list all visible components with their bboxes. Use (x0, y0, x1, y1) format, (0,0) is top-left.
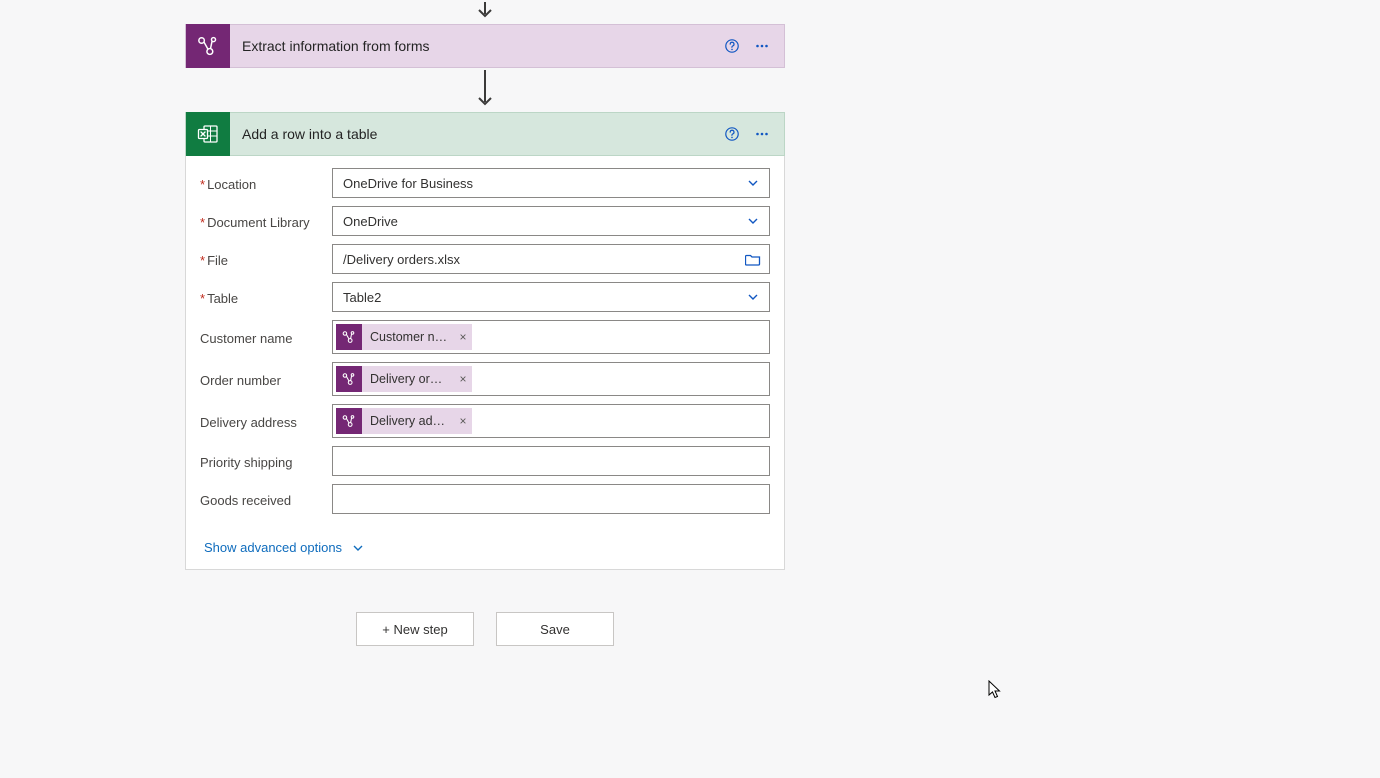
connector-arrow (185, 2, 785, 22)
field-label: Goods received (200, 491, 332, 508)
field-label: *File (200, 251, 332, 268)
more-menu-button[interactable] (748, 32, 776, 60)
step-extract-information[interactable]: Extract information from forms (185, 24, 785, 68)
table-select[interactable]: Table2 (332, 282, 770, 312)
help-button[interactable] (718, 32, 746, 60)
field-goods-received: Goods received (200, 484, 770, 514)
location-select[interactable]: OneDrive for Business (332, 168, 770, 198)
delivery-address-input[interactable]: Delivery addre... × (332, 404, 770, 438)
show-advanced-toggle[interactable]: Show advanced options (204, 540, 364, 555)
field-value: /Delivery orders.xlsx (343, 252, 743, 267)
priority-shipping-input[interactable] (332, 446, 770, 476)
field-customer-name: Customer name Customer nam... × (200, 320, 770, 354)
chevron-down-icon (743, 173, 763, 193)
step-title: Extract information from forms (230, 38, 716, 54)
field-table: *Table Table2 (200, 282, 770, 312)
token-label: Delivery order ... (362, 372, 454, 386)
token-remove-button[interactable]: × (454, 414, 472, 428)
field-label: *Document Library (200, 213, 332, 230)
dynamic-token[interactable]: Delivery order ... × (336, 366, 472, 392)
connector-arrow (185, 70, 785, 110)
chevron-down-icon (743, 287, 763, 307)
field-label: Priority shipping (200, 453, 332, 470)
ai-builder-icon (336, 366, 362, 392)
excel-icon (186, 112, 230, 156)
dynamic-token[interactable]: Customer nam... × (336, 324, 472, 350)
save-button[interactable]: Save (496, 612, 614, 646)
field-order-number: Order number Delivery order ... × (200, 362, 770, 396)
token-label: Delivery addre... (362, 414, 454, 428)
help-button[interactable] (718, 120, 746, 148)
customer-name-input[interactable]: Customer nam... × (332, 320, 770, 354)
field-label: Delivery address (200, 413, 332, 430)
save-label: Save (540, 622, 570, 637)
step-title: Add a row into a table (230, 126, 716, 142)
field-priority-shipping: Priority shipping (200, 446, 770, 476)
token-remove-button[interactable]: × (454, 330, 472, 344)
folder-icon[interactable] (743, 249, 763, 269)
document-library-select[interactable]: OneDrive (332, 206, 770, 236)
token-remove-button[interactable]: × (454, 372, 472, 386)
ai-builder-icon (336, 324, 362, 350)
field-label: *Table (200, 289, 332, 306)
new-step-button[interactable]: + New step (356, 612, 474, 646)
field-location: *Location OneDrive for Business (200, 168, 770, 198)
dynamic-token[interactable]: Delivery addre... × (336, 408, 472, 434)
field-value: OneDrive for Business (343, 176, 743, 191)
ai-builder-icon (186, 24, 230, 68)
step-add-row-header[interactable]: Add a row into a table (185, 112, 785, 156)
field-document-library: *Document Library OneDrive (200, 206, 770, 236)
field-file: *File /Delivery orders.xlsx (200, 244, 770, 274)
new-step-label: + New step (382, 622, 447, 637)
show-advanced-label: Show advanced options (204, 540, 342, 555)
ai-builder-icon (336, 408, 362, 434)
file-picker[interactable]: /Delivery orders.xlsx (332, 244, 770, 274)
order-number-input[interactable]: Delivery order ... × (332, 362, 770, 396)
field-value: OneDrive (343, 214, 743, 229)
step-add-row: Add a row into a table *Location OneDriv… (185, 112, 785, 570)
more-menu-button[interactable] (748, 120, 776, 148)
token-label: Customer nam... (362, 330, 454, 344)
field-delivery-address: Delivery address Delivery addre... × (200, 404, 770, 438)
field-label: Customer name (200, 329, 332, 346)
field-label: Order number (200, 371, 332, 388)
field-label: *Location (200, 175, 332, 192)
mouse-cursor-icon (988, 680, 1004, 700)
step-add-row-body: *Location OneDrive for Business *Documen… (185, 156, 785, 570)
chevron-down-icon (743, 211, 763, 231)
goods-received-input[interactable] (332, 484, 770, 514)
field-value: Table2 (343, 290, 743, 305)
